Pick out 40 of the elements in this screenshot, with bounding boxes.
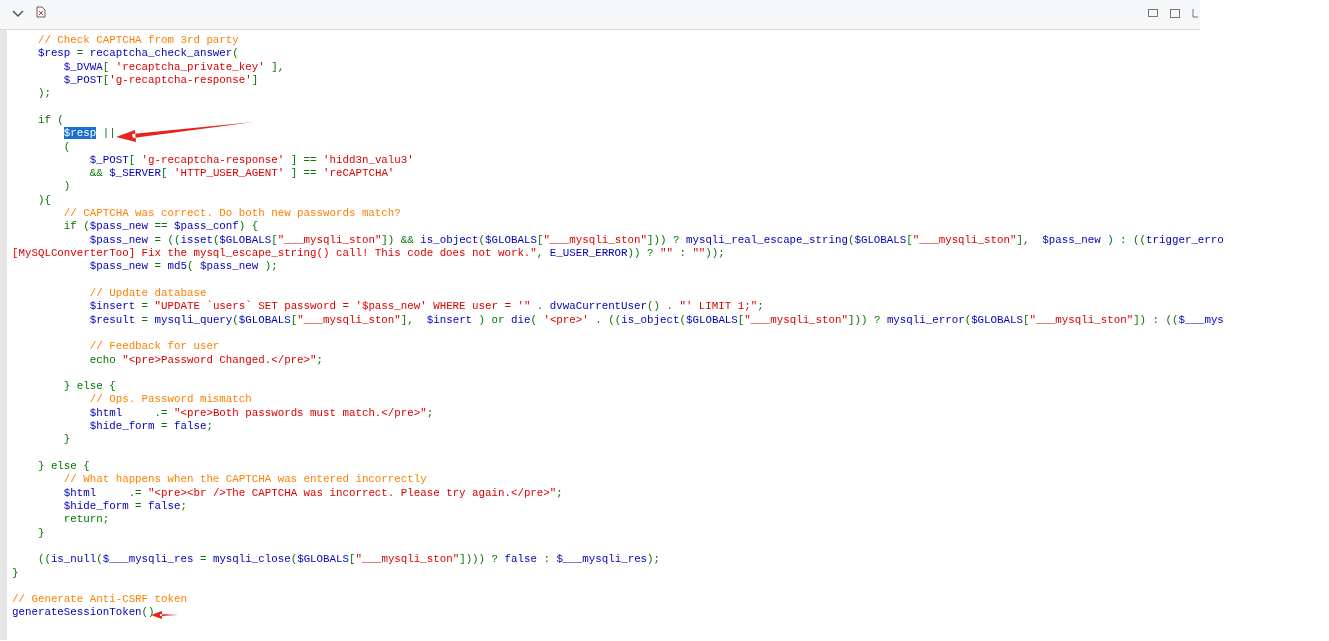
code-line: // Update database [88, 286, 207, 301]
code-line: } else { [62, 380, 116, 394]
code-line: ((is_null($___mysqli_res = mysqli_close($GLOBALS["___mysqli_ston"]))) ? false : $___mysqli_res); [36, 553, 661, 567]
code-line: echo "<pre>Password Changed.</pre>"; [88, 353, 324, 367]
code-line: [MySQLConverterToo] Fix the mysql_escape_string() call! This code does not work.", E_USER_ERROR)) ? "" : "")); [12, 247, 725, 261]
code-line: $pass_new = ((isset($GLOBALS["___mysqli_ston"]) && is_object($GLOBALS["___mysqli_ston"])) ? mysqli_real_escape_string($GLOBALS["___mysqli_ston"], $pass_new ) : ((trigger_erro [88, 233, 1224, 247]
code-line: $hide_form = false; [62, 499, 187, 514]
code-line: generateSessionToken() [12, 606, 155, 620]
code-line: $html .= "<pre>Both passwords must match.</pre>"; [88, 406, 434, 421]
code-line: $_DVWA[ 'recaptcha_private_key' ], [62, 60, 285, 74]
code-line: } [36, 526, 45, 540]
code-line: $pass_new = md5( $pass_new ); [88, 260, 278, 274]
code-line: $resp || [62, 127, 116, 141]
code-line: if ( [36, 113, 64, 128]
code-line: $_POST['g-recaptcha-response'] [62, 73, 259, 88]
code-line: ){ [36, 193, 51, 208]
code-line: $html .= "<pre><br />The CAPTCHA was incorrect. Please try again.</pre>"; [62, 486, 563, 500]
code-line: // Feedback for user [88, 340, 220, 354]
code-line: // CAPTCHA was correct. Do both new passwords match? [62, 207, 401, 221]
page-icon [36, 6, 46, 18]
code-line: $insert = "UPDATE `users` SET password = '$pass_new' WHERE user = '" . dvwaCurrentUser() . "' LIMIT 1;"; [88, 300, 764, 314]
code-line: // Check CAPTCHA from 3rd party [36, 34, 239, 48]
code-line: $_POST[ 'g-recaptcha-response' ] == 'hidd3n_valu3' [88, 153, 414, 168]
code-line: // Ops. Password mismatch [88, 393, 252, 407]
code-line: ) [62, 180, 71, 194]
code-line: $resp = recaptcha_check_answer( [36, 47, 239, 61]
code-line: ); [36, 87, 51, 101]
code-line: ( [62, 140, 71, 154]
code-line: $hide_form = false; [88, 420, 213, 434]
chevron-down-icon[interactable] [12, 10, 24, 18]
window-icon[interactable] [1170, 9, 1180, 18]
code-line: } else { [36, 460, 90, 474]
code-line: // What happens when the CAPTCHA was entered incorrectly [62, 473, 427, 487]
code-line: // Generate Anti-CSRF token [12, 593, 187, 607]
code-line: } [62, 433, 71, 447]
code-line: $result = mysqli_query($GLOBALS["___mysqli_ston"], $insert ) or die( '<pre>' . ((is_object($GLOBALS["___mysqli_ston"])) ? mysqli_error($GLOBALS["___mysqli_ston"]) : (($___mys [88, 313, 1224, 327]
code-line: return; [62, 513, 110, 527]
code-line: if ($pass_new == $pass_conf) { [62, 220, 259, 234]
code-line: } [12, 566, 19, 580]
code-line: && $_SERVER[ 'HTTP_USER_AGENT' ] == 'reCAPTCHA' [88, 167, 395, 181]
